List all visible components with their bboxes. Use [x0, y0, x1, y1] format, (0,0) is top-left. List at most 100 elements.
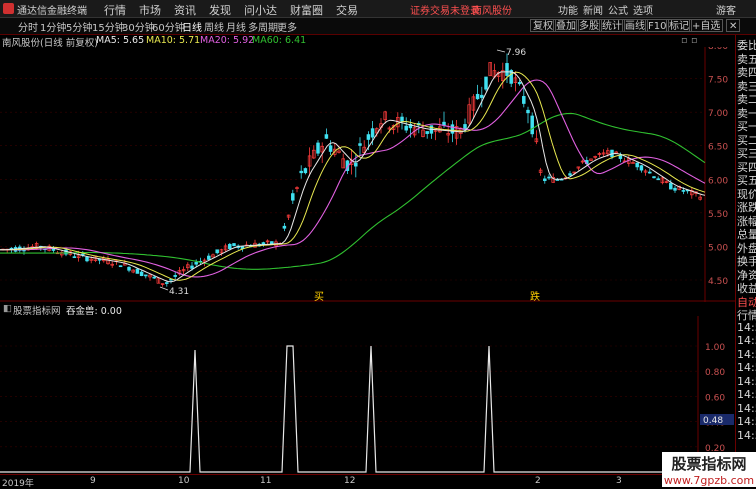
add-watchlist-button[interactable]: +自选	[689, 19, 724, 32]
indicator-settings-icon[interactable]: ◧	[3, 303, 12, 314]
indicator-bar: ◧ 股票指标网 吞金兽: 0.00	[0, 303, 735, 317]
candle-body	[303, 168, 308, 174]
grid-lines	[0, 47, 735, 302]
x-label-feb: 2	[535, 476, 541, 486]
login-warning[interactable]: 证券交易未登录	[410, 2, 480, 17]
ma20-line	[0, 79, 706, 278]
tf-more[interactable]: 更多	[277, 19, 297, 34]
tf-1min[interactable]: 1分钟	[40, 19, 66, 34]
candle-body	[635, 162, 639, 168]
candle-body	[400, 116, 404, 122]
expand-icon[interactable]: ▫	[691, 35, 697, 46]
sell-signal-label: 跌	[530, 290, 540, 302]
candle-body	[526, 109, 530, 114]
x-label-sep: 9	[90, 476, 96, 486]
quote-field-label: 14:50	[737, 428, 756, 442]
menu-news[interactable]: 资讯	[174, 2, 196, 18]
ma-info-bar: 南风股份(日线 前复权) MA5: 5.65 MA10: 5.71 MA20: …	[0, 35, 735, 49]
candle-body	[475, 93, 480, 100]
candle-body	[568, 173, 572, 176]
ma20-label: MA20: 5.92	[200, 35, 255, 46]
chart-settings-icon[interactable]: ▫	[681, 35, 687, 46]
candle-body	[51, 248, 56, 251]
tf-weekly[interactable]: 周线	[204, 19, 224, 34]
tf-intraday[interactable]: 分时	[18, 19, 38, 34]
candle-body	[215, 249, 219, 254]
candle-body	[228, 243, 232, 250]
tf-multi[interactable]: 多周期	[248, 19, 278, 34]
menu-quotes[interactable]: 行情	[104, 2, 126, 18]
menu-wealth[interactable]: 财富圈	[290, 2, 323, 18]
candle-body	[232, 243, 236, 247]
tf-daily[interactable]: 日线	[182, 19, 202, 34]
user-label[interactable]: 游客	[716, 2, 736, 17]
high-marker-line	[496, 49, 506, 53]
candle-body	[118, 265, 123, 268]
x-label-year: 2019年	[2, 479, 34, 489]
indicator-source: 股票指标网	[13, 306, 61, 317]
menu-function[interactable]: 功能	[558, 2, 578, 17]
tf-monthly[interactable]: 月线	[226, 19, 246, 34]
candle-body	[656, 178, 660, 181]
candle-body	[669, 182, 673, 190]
candle-body	[648, 171, 652, 174]
candlestick-chart[interactable]: 7.96 4.31 买 跌 8.00 7.50 7.00 6.50 6.00 5.50 5.…	[0, 47, 735, 302]
menu-market[interactable]: 市场	[139, 2, 161, 18]
candle-body	[543, 178, 547, 182]
indicator-axis: 1.000.800.600.400.20	[705, 343, 725, 454]
candle-body	[366, 134, 371, 140]
tf-30min[interactable]: 30分钟	[122, 19, 155, 34]
candle-body	[127, 266, 131, 271]
current-stock: 南风股份	[472, 6, 512, 17]
quote-field-label: 14:50	[737, 401, 756, 415]
menu-news2[interactable]: 新闻	[583, 2, 603, 17]
x-label-oct: 10	[178, 476, 190, 486]
price-tick-label: 4.50	[708, 277, 728, 287]
close-icon[interactable]: ✕	[726, 19, 741, 32]
candle-body	[652, 176, 656, 179]
candle-body	[324, 134, 329, 139]
tf-15min[interactable]: 15分钟	[92, 19, 125, 34]
candle-body	[328, 145, 333, 152]
price-tick-label: 5.00	[708, 243, 728, 253]
candle-body	[72, 256, 77, 259]
candle-body	[152, 276, 156, 279]
price-tick-label: 6.00	[708, 176, 728, 186]
candle-body	[425, 131, 429, 134]
menu-discover[interactable]: 发现	[209, 2, 231, 18]
candle-body	[530, 115, 534, 135]
watermark: 股票指标网 www.7gpzb.com	[662, 452, 756, 487]
indicator-chart[interactable]: 1.000.800.600.400.20 0.48	[0, 316, 735, 473]
candle-body	[450, 124, 455, 134]
menu-formula[interactable]: 公式	[608, 2, 628, 17]
indicator-grid	[0, 316, 699, 473]
candle-body	[517, 82, 522, 85]
candle-body	[505, 63, 509, 76]
candle-body	[370, 128, 375, 138]
quote-field-label: 14:50	[737, 388, 756, 401]
candle-body	[207, 255, 211, 260]
candle-body	[354, 162, 358, 167]
high-price-label: 7.96	[506, 48, 526, 58]
candle-body	[135, 268, 140, 274]
quote-field-label: 14:50	[737, 347, 756, 361]
price-tick-label: 5.50	[708, 210, 728, 220]
tf-60min[interactable]: 60分钟	[152, 19, 185, 34]
candle-body	[316, 142, 320, 154]
tf-5min[interactable]: 5分钟	[66, 19, 92, 34]
candle-body	[299, 170, 303, 174]
menu-options[interactable]: 选项	[633, 2, 653, 17]
ma10-label: MA10: 5.71	[146, 35, 201, 46]
candle-body	[194, 262, 198, 265]
indicator-name: 吞金兽: 0.00	[66, 306, 122, 317]
candle-body	[291, 193, 295, 201]
watermark-url: www.7gpzb.com	[663, 474, 755, 487]
candle-body	[639, 165, 644, 171]
candle-body	[358, 143, 362, 146]
candle-body	[547, 176, 551, 179]
date-axis: 2019年 9 10 11 12 2 3	[0, 474, 735, 489]
menu-trade[interactable]: 交易	[336, 2, 358, 18]
quote-field-label: 14:50	[737, 361, 756, 374]
candle-body	[484, 76, 488, 90]
menu-ask[interactable]: 问小达	[244, 2, 277, 18]
